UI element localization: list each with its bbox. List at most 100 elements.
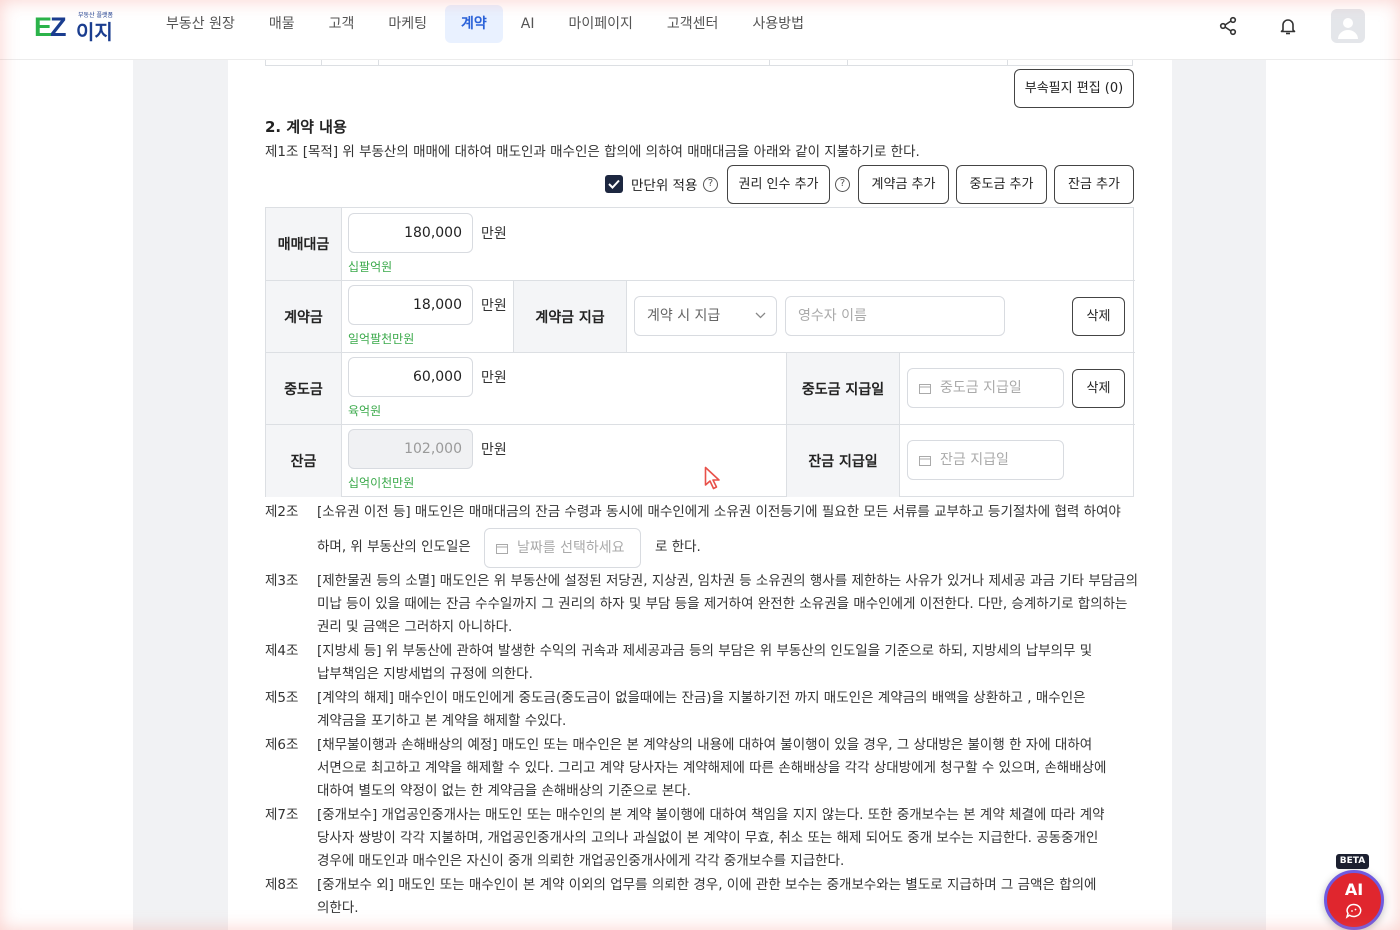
help-icon[interactable]: ?	[835, 177, 850, 192]
article-line: [중개보수 외] 매도인 또는 매수인이 본 계약 이외의 업무를 의뢰한 경우…	[317, 877, 1097, 893]
balance-date-placeholder: 잔금 지급일	[940, 452, 1009, 468]
balance-date-input[interactable]: 잔금 지급일	[907, 440, 1064, 480]
deposit-label: 계약금	[266, 281, 342, 353]
article-text: [소유권 이전 등] 매도인은 매매대금의 잔금 수령과 동시에 매수인에게 소…	[317, 501, 1137, 524]
handover-date-placeholder: 날짜를 선택하세요	[517, 540, 625, 556]
nav-marketing[interactable]: 마케팅	[372, 5, 443, 43]
article-line: 의한다.	[317, 900, 359, 916]
article-line: [계약의 해제] 매수인이 매도인에게 중도금(중도금이 없을때에는 잔금)을 …	[317, 690, 1086, 706]
chat-bubble-icon	[1345, 903, 1362, 919]
deposit-pay-select[interactable]: 계약 시 지급	[634, 296, 777, 336]
deposit-input[interactable]: 18,000	[348, 285, 473, 325]
delete-deposit-button[interactable]: 삭제	[1072, 297, 1125, 336]
table-divider	[321, 60, 322, 66]
interim-unit: 만원	[481, 370, 507, 386]
add-balance-button[interactable]: 잔금 추가	[1054, 165, 1134, 204]
article-number: 제3조	[265, 573, 299, 589]
table-divider	[378, 60, 379, 66]
interim-cell: 60,000 만원 육억원	[342, 353, 787, 425]
balance-unit: 만원	[481, 442, 507, 458]
user-avatar[interactable]	[1330, 8, 1366, 44]
balance-hangul: 십억이천만원	[348, 476, 415, 490]
article-line: [중개보수] 개업공인중개사는 매도인 또는 매수인의 본 계약 불이행에 대하…	[317, 807, 1105, 823]
help-icon[interactable]: ?	[703, 177, 718, 192]
deposit-cell: 18,000 만원 일억팔천만원	[342, 281, 514, 353]
previous-table-bottom	[265, 60, 1133, 66]
article-line: [지방세 등] 위 부동산에 관하여 발생한 수익의 귀속과 제세공과금 등의 …	[317, 643, 1093, 659]
article-text: [중개보수] 개업공인중개사는 매도인 또는 매수인의 본 계약 불이행에 대하…	[317, 804, 1137, 873]
share-icon[interactable]	[1210, 8, 1246, 44]
article-line: [제한물권 등의 소멸] 매도인은 위 부동산에 설정된 저당권, 지상권, 임…	[317, 573, 1139, 589]
balance-date-cell: 잔금 지급일	[900, 425, 1135, 497]
top-navigation-bar: 부동산 플랫폼 EZ 이지 부동산 원장 매물 고객 마케팅 계약 AI 마이페…	[0, 0, 1400, 60]
article-line: 권리 및 금액은 그러하지 아니하다.	[317, 619, 513, 635]
article-line: 대하여 별도의 약정이 없는 한 계약금을 손해배상의 기준으로 본다.	[317, 783, 691, 799]
interim-date-input[interactable]: 중도금 지급일	[907, 368, 1064, 408]
mouse-cursor-icon	[704, 466, 720, 490]
article-number: 제8조	[265, 877, 299, 893]
sale-price-unit: 만원	[481, 226, 507, 242]
nav-support[interactable]: 고객센터	[651, 5, 735, 43]
nav-customers[interactable]: 고객	[313, 5, 371, 43]
article-number: 제2조	[265, 504, 299, 520]
interim-input[interactable]: 60,000	[348, 357, 473, 397]
article-number: 제5조	[265, 690, 299, 706]
article-2-line2-prefix: 하며, 위 부동산의 인도일은	[317, 539, 471, 555]
article-text: [지방세 등] 위 부동산에 관하여 발생한 수익의 귀속과 제세공과금 등의 …	[317, 640, 1137, 686]
deposit-unit: 만원	[481, 298, 507, 314]
header-actions	[1186, 8, 1366, 44]
ai-label: AI	[1344, 880, 1364, 899]
article-number: 제4조	[265, 643, 299, 659]
balance-label: 잔금	[266, 425, 342, 497]
table-divider	[847, 60, 848, 66]
article-line: 당사자 쌍방이 각각 지불하며, 개업공인중개사의 고의나 과실없이 본 계약이…	[317, 830, 1099, 846]
article-line: 계약금을 포기하고 본 계약을 해제할 수있다.	[317, 713, 567, 729]
nav-ai[interactable]: AI	[505, 5, 551, 43]
receiver-name-input[interactable]: 영수자 이름	[785, 296, 1005, 336]
add-rights-transfer-button[interactable]: 권리 인수 추가	[727, 165, 830, 204]
nav-guide[interactable]: 사용방법	[736, 5, 820, 43]
logo-izi: 이지	[76, 20, 113, 44]
article-line: [채무불이행과 손해배상의 예정] 매도인 또는 매수인은 본 계약상의 내용에…	[317, 737, 1093, 753]
nav-listings[interactable]: 매물	[253, 5, 311, 43]
ai-assistant-button[interactable]: AI	[1324, 870, 1384, 930]
calendar-icon	[496, 544, 508, 554]
article-1: 제1조 [목적] 위 부동산의 매매에 대하여 매도인과 매수인은 합의에 의하…	[265, 144, 920, 160]
article-number: 제6조	[265, 737, 299, 753]
article-line: 경우에 매도인과 매수인은 자신이 중개 의뢰한 개업공인중개사에게 각각 중개…	[317, 853, 845, 869]
article-line: 서면으로 최고하고 계약을 해제할 수 있다. 그리고 계약 당사자는 계약해제…	[317, 760, 1107, 776]
bell-icon[interactable]	[1270, 8, 1306, 44]
interim-date-placeholder: 중도금 지급일	[940, 380, 1022, 396]
add-interim-button[interactable]: 중도금 추가	[956, 165, 1047, 204]
logo[interactable]: 부동산 플랫폼 EZ 이지	[34, 12, 114, 44]
edit-attached-parcels-button[interactable]: 부속필지 편집 (0)	[1014, 69, 1134, 108]
article-line: [소유권 이전 등] 매도인은 매매대금의 잔금 수령과 동시에 매수인에게 소…	[317, 504, 1121, 520]
delete-interim-button[interactable]: 삭제	[1072, 369, 1125, 408]
unit-checkbox-label: 만단위 적용	[631, 178, 698, 194]
interim-hangul: 육억원	[348, 404, 382, 418]
article-line: 미납 등이 있을 때에는 잔금 수수일까지 그 권리의 하자 및 부담 등을 제…	[317, 596, 1128, 612]
add-deposit-button[interactable]: 계약금 추가	[858, 165, 949, 204]
deposit-hangul: 일억팔천만원	[348, 332, 415, 346]
unit-checkbox[interactable]	[605, 175, 623, 193]
payment-table: 매매대금 180,000 만원 십팔억원 계약금 18,000 만원 일억팔천만…	[265, 207, 1135, 497]
nav-ledger[interactable]: 부동산 원장	[150, 5, 251, 43]
interim-label: 중도금	[266, 353, 342, 425]
handover-date-input[interactable]: 날짜를 선택하세요	[484, 528, 641, 568]
deposit-pay-select-value: 계약 시 지급	[647, 308, 721, 324]
article-text: [채무불이행과 손해배상의 예정] 매도인 또는 매수인은 본 계약상의 내용에…	[317, 734, 1137, 803]
nav-mypage[interactable]: 마이페이지	[553, 5, 649, 43]
sale-price-input[interactable]: 180,000	[348, 213, 473, 253]
avatar-icon	[1331, 9, 1365, 43]
main-nav: 부동산 원장 매물 고객 마케팅 계약 AI 마이페이지 고객센터 사용방법	[150, 5, 822, 43]
deposit-pay-cell: 계약 시 지급 영수자 이름 삭제	[627, 281, 1135, 353]
interim-date-cell: 중도금 지급일 삭제	[900, 353, 1135, 425]
article-number: 제7조	[265, 807, 299, 823]
article-text: [중개보수 외] 매도인 또는 매수인이 본 계약 이외의 업무를 의뢰한 경우…	[317, 874, 1137, 920]
calendar-icon	[919, 384, 931, 394]
interim-date-label: 중도금 지급일	[787, 353, 900, 425]
nav-contract[interactable]: 계약	[445, 5, 503, 43]
sale-price-cell: 180,000 만원 십팔억원	[342, 208, 1135, 281]
logo-ez: EZ	[34, 12, 66, 42]
article-text: [계약의 해제] 매수인이 매도인에게 중도금(중도금이 없을때에는 잔금)을 …	[317, 687, 1137, 733]
